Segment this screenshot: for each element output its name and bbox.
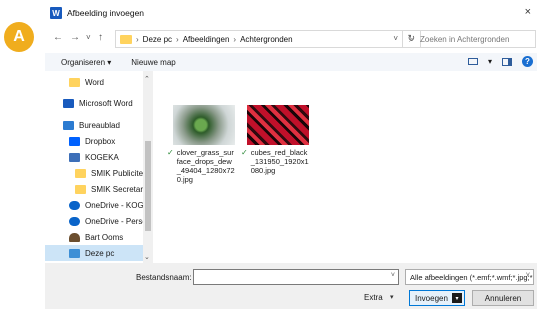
insert-button-label: Invoegen [415,293,448,303]
sync-status-check-icon: ✓ [241,148,248,157]
image-thumbnail [173,105,235,145]
filter-dropdown-icon[interactable]: ˅ [526,272,530,279]
address-bar[interactable]: › Deze pc › Afbeeldingen › Achtergronden… [115,30,421,48]
sidebar-item-microsoft-word[interactable]: Microsoft Word [45,95,143,111]
sidebar-item-kogeka[interactable]: KOGEKA [45,149,143,165]
search-input[interactable]: ⌕ Zoeken in Achtergronden [402,30,536,48]
file-item-clover[interactable]: ✓ clover_grass_surface_drops_dew_49404_1… [167,105,239,184]
sidebar-item-label: Bart Ooms [85,232,124,242]
breadcrumb-separator: › [233,34,237,44]
insert-picture-dialog: W Afbeelding invoegen × ← → ˅ ↑ › Deze p… [45,0,537,309]
cancel-button[interactable]: Annuleren [472,290,534,306]
dialog-titlebar: W Afbeelding invoegen × [45,4,537,22]
tools-button[interactable]: Extra [364,293,383,302]
breadcrumb-achtergronden[interactable]: Achtergronden [240,35,292,44]
preview-pane-icon[interactable] [502,57,512,66]
sidebar-item-smik-secretariaat[interactable]: SMIK Secretariaat [45,181,143,197]
cloud-icon [69,200,80,210]
forward-arrow-icon[interactable]: → [70,32,80,43]
up-arrow-icon[interactable]: ↑ [98,32,103,43]
view-controls: ▾ ? [467,56,533,67]
breadcrumb-separator: › [136,34,139,44]
sidebar-item-label: SMIK Publiciteit [91,168,143,178]
tools-dropdown-icon[interactable]: ▾ [390,293,394,301]
sidebar-item-bureaublad[interactable]: Bureaublad [45,117,143,133]
folder-icon [120,34,132,44]
file-item-cubes[interactable]: ✓ cubes_red_black_131950_1920x1080.jpg [241,105,313,175]
scroll-thumb[interactable] [145,141,151,231]
file-type-filter-select[interactable]: Alle afbeeldingen (*.emf;*.wmf;*.jpg;*.j… [405,269,534,285]
folder-icon [75,168,86,178]
dropbox-icon [69,136,80,146]
word-icon [63,98,74,108]
sidebar-item-label: Bureaublad [79,120,120,130]
filename-label: Bestandsnaam: [136,273,192,282]
sidebar-item-label: OneDrive - KOGEKA [85,200,143,210]
word-app-icon: W [50,7,62,19]
insert-button[interactable]: Invoegen ▾ [409,290,465,306]
computer-icon [69,248,80,258]
file-label: ✓ cubes_red_black_131950_1920x1080.jpg [241,148,313,175]
sidebar-item-deze-pc[interactable]: Deze pc [45,245,143,261]
new-folder-button[interactable]: Nieuwe map [131,58,175,67]
sidebar-item-label: Deze pc [85,248,115,258]
breadcrumb-afbeeldingen[interactable]: Afbeeldingen [183,35,230,44]
user-icon [69,232,80,242]
sidebar-item-dropbox[interactable]: Dropbox [45,133,143,149]
filename-field[interactable]: ˅ [193,269,399,285]
desktop-icon [63,120,74,130]
sidebar-item-word[interactable]: Word [45,74,143,90]
command-bar: Organiseren ▾ Nieuwe map ▾ ? [45,53,537,71]
cloud-icon [69,216,80,226]
sidebar-item-label: KOGEKA [85,152,119,162]
navigation-pane: Word Microsoft Word Bureaublad Dropbox K… [45,71,153,263]
recent-locations-chevron-icon[interactable]: ˅ [86,33,91,42]
insert-split-dropdown-icon[interactable]: ▾ [452,293,462,303]
sidebar-item-smik-publiciteit[interactable]: SMIK Publiciteit [45,165,143,181]
sidebar-item-label: SMIK Secretariaat [91,184,143,194]
sidebar-item-onedrive-kogeka[interactable]: OneDrive - KOGEKA [45,197,143,213]
view-options-icon[interactable] [467,58,478,65]
dialog-title: Afbeelding invoegen [67,8,145,18]
sidebar-item-onedrive-persoonlijk[interactable]: OneDrive - Persoonlijk [45,213,143,229]
folder-icon [75,184,86,194]
scroll-up-icon[interactable]: ⌃ [144,75,150,83]
file-label: ✓ clover_grass_surface_drops_dew_49404_1… [167,148,239,184]
sidebar-item-label: Microsoft Word [79,98,133,108]
file-name: clover_grass_surface_drops_dew_49404_128… [176,148,235,184]
building-icon [69,152,80,162]
dialog-footer: Bestandsnaam: ˅ Alle afbeeldingen (*.emf… [45,263,537,309]
file-name: cubes_red_black_131950_1920x1080.jpg [250,148,309,175]
navigation-row: ← → ˅ ↑ › Deze pc › Afbeeldingen › Achte… [45,28,537,50]
filename-dropdown-icon[interactable]: ˅ [391,272,395,279]
back-arrow-icon[interactable]: ← [53,32,63,43]
help-icon[interactable]: ? [522,56,533,67]
sidebar-item-bart-ooms[interactable]: Bart Ooms [45,229,143,245]
breadcrumb-separator: › [176,34,179,44]
sidebar-item-label: Word [85,77,104,87]
sidebar-scrollbar[interactable]: ⌃ ⌄ [143,71,153,263]
search-placeholder: Zoeken in Achtergronden [420,34,510,44]
sync-status-check-icon: ✓ [167,148,174,157]
folder-icon [69,77,80,87]
file-list: ✓ clover_grass_surface_drops_dew_49404_1… [153,71,537,263]
image-thumbnail [247,105,309,145]
address-dropdown-icon[interactable]: ˅ [393,34,398,43]
sidebar-item-label: OneDrive - Persoonlijk [85,216,143,226]
sidebar-item-label: Dropbox [85,136,116,146]
close-icon[interactable]: × [525,6,531,18]
breadcrumb-deze-pc[interactable]: Deze pc [143,35,172,44]
search-icon: ⌕ [409,33,415,44]
file-type-filter-value: Alle afbeeldingen (*.emf;*.wmf;*.jpg;*.j… [410,272,533,282]
scroll-down-icon[interactable]: ⌄ [144,253,150,261]
step-badge: A [4,22,34,52]
organize-button[interactable]: Organiseren ▾ [61,58,111,67]
view-dropdown-icon[interactable]: ▾ [488,57,492,66]
